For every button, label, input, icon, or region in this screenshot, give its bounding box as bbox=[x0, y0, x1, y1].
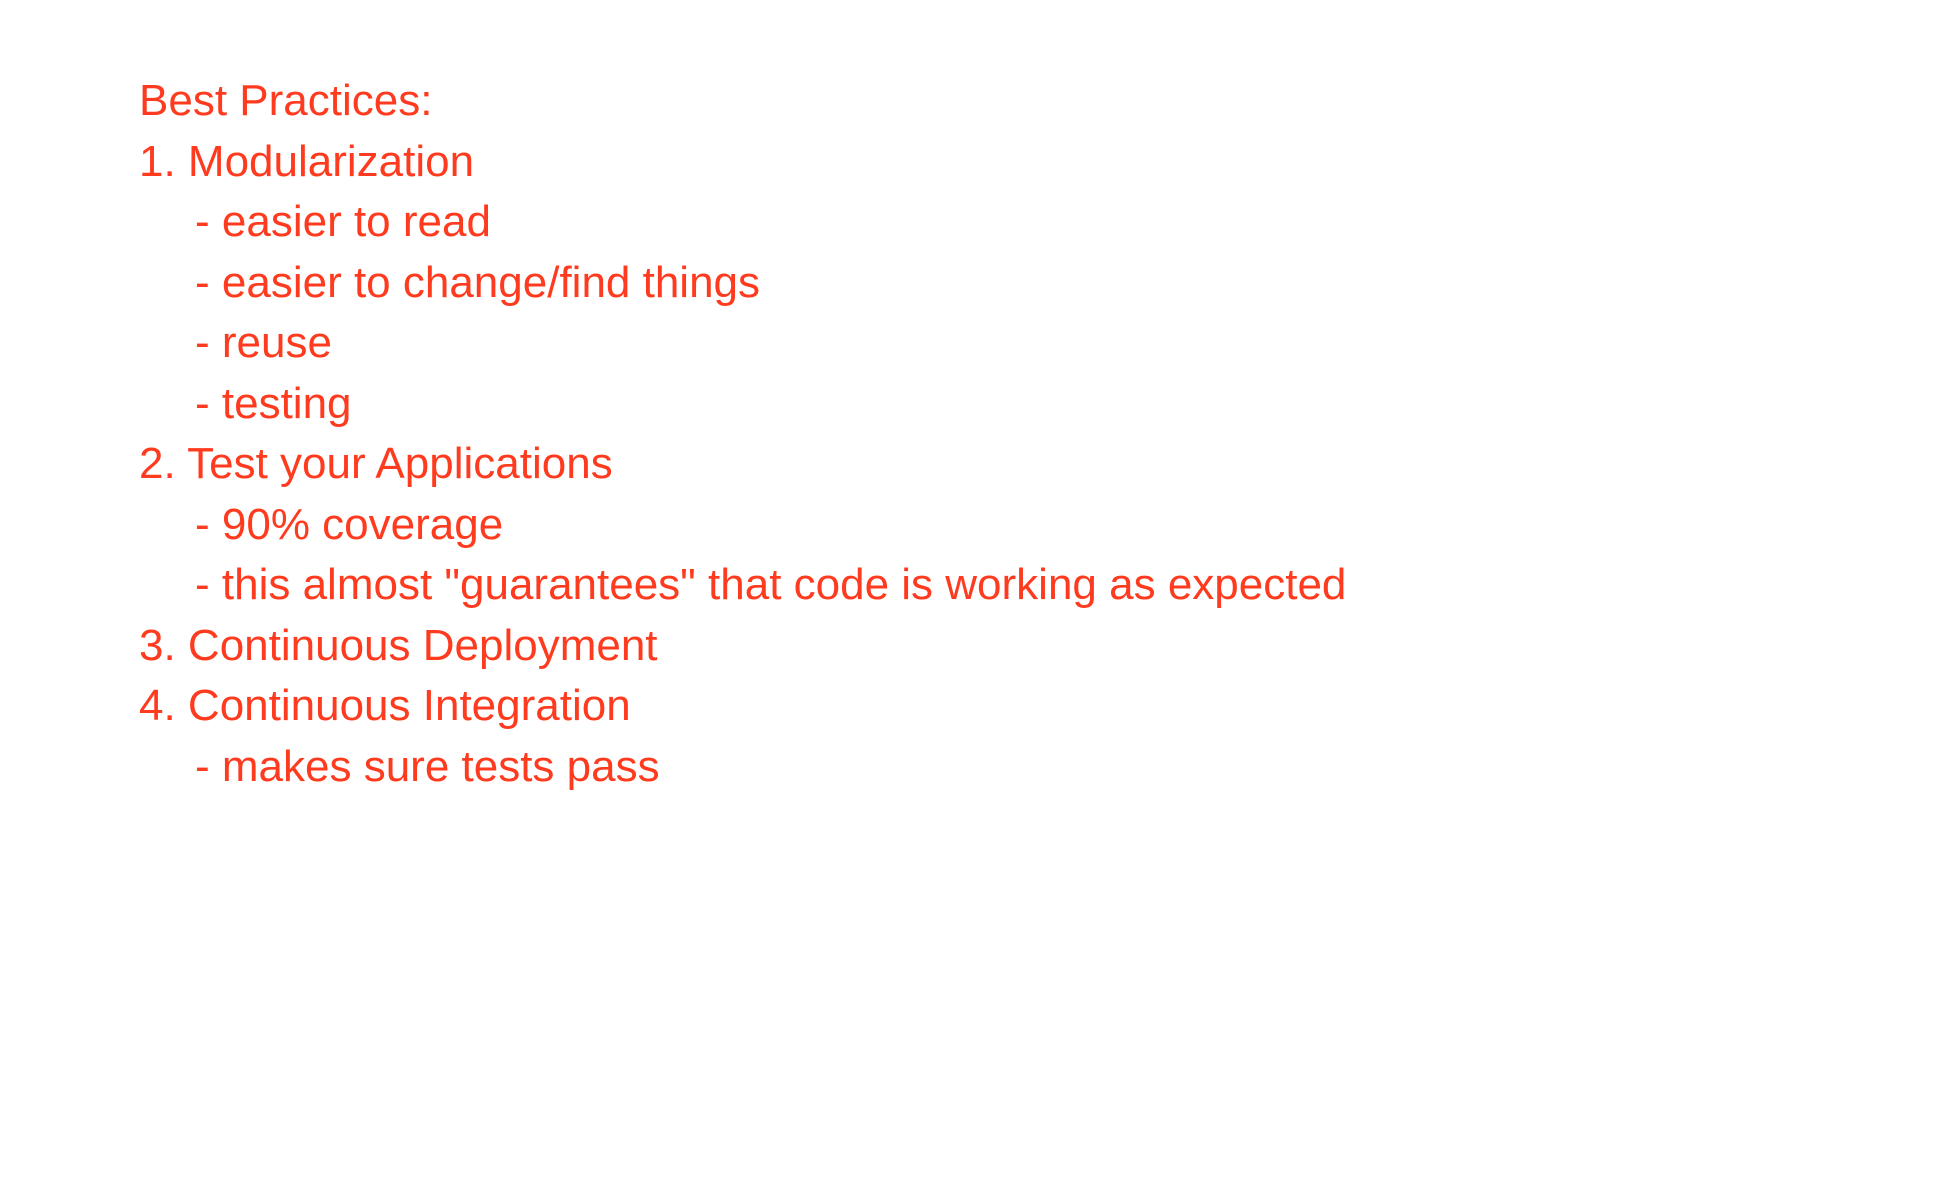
subpoint-easier-to-read: - easier to read bbox=[195, 197, 491, 246]
list-item-modularization: 1. Modularization bbox=[139, 136, 475, 186]
subpoint-coverage: - 90% coverage bbox=[195, 499, 504, 549]
subpoint-guarantees: - this almost "guarantees" that code is … bbox=[195, 560, 1347, 609]
notes-title: Best Practices: bbox=[139, 76, 433, 125]
notes-text-block: Best Practices: 1. Modularization - easi… bbox=[139, 71, 1346, 797]
list-item-test-applications: 2. Test your Applications bbox=[139, 439, 613, 488]
subpoint-testing: - testing bbox=[195, 378, 352, 428]
list-item-continuous-integration: 4. Continuous Integration bbox=[139, 681, 631, 730]
subpoint-tests-pass: - makes sure tests pass bbox=[195, 741, 660, 791]
list-item-continuous-deployment: 3. Continuous Deployment bbox=[139, 620, 658, 670]
subpoint-reuse: - reuse bbox=[195, 318, 332, 367]
subpoint-easier-to-change: - easier to change/find things bbox=[195, 257, 761, 307]
